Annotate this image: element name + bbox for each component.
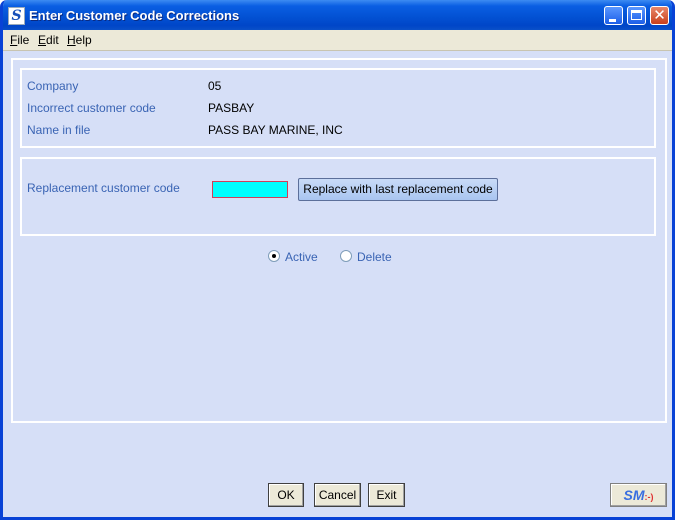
smiley-icon: :-) xyxy=(644,492,654,502)
close-button[interactable]: ✕ xyxy=(650,6,669,25)
close-icon: ✕ xyxy=(653,6,666,24)
company-value: 05 xyxy=(208,79,222,93)
replace-with-last-button[interactable]: Replace with last replacement code xyxy=(298,178,498,201)
replacement-code-input[interactable] xyxy=(212,181,288,198)
name-in-file-value: PASS BAY MARINE, INC xyxy=(208,123,343,137)
incorrect-code-value: PASBAY xyxy=(208,101,255,115)
window-title: Enter Customer Code Corrections xyxy=(29,8,240,23)
ok-button[interactable]: OK xyxy=(268,483,304,507)
minimize-button[interactable] xyxy=(604,6,623,25)
maximize-icon xyxy=(631,10,642,20)
menu-help-label: elp xyxy=(75,33,92,47)
sm-logo-button[interactable]: SM:-) xyxy=(610,483,667,507)
menu-edit-label: dit xyxy=(46,33,59,47)
minimize-icon xyxy=(609,19,616,22)
menu-help-mnemonic: H xyxy=(67,33,76,47)
replacement-code-label: Replacement customer code xyxy=(27,181,180,195)
sm-logo-text: SM xyxy=(623,487,645,503)
active-radio[interactable] xyxy=(268,250,280,262)
menu-edit[interactable]: Edit xyxy=(38,33,59,47)
company-label: Company xyxy=(27,79,79,93)
menu-file[interactable]: File xyxy=(10,33,29,47)
main-window: S Enter Customer Code Corrections ✕ File… xyxy=(0,0,675,520)
exit-button[interactable]: Exit xyxy=(368,483,405,507)
maximize-button[interactable] xyxy=(627,6,646,25)
menu-file-label: ile xyxy=(17,33,30,47)
title-bar[interactable]: S Enter Customer Code Corrections ✕ xyxy=(3,0,672,30)
active-radio-label[interactable]: Active xyxy=(285,250,318,264)
radio-selected-dot xyxy=(272,254,276,258)
app-icon[interactable]: S xyxy=(8,7,25,25)
menu-edit-mnemonic: E xyxy=(38,33,47,47)
incorrect-code-label: Incorrect customer code xyxy=(27,101,156,115)
delete-radio-label[interactable]: Delete xyxy=(357,250,392,264)
delete-radio[interactable] xyxy=(340,250,352,262)
name-in-file-label: Name in file xyxy=(27,123,91,137)
menu-bar: File Edit Help xyxy=(3,30,672,51)
cancel-button[interactable]: Cancel xyxy=(314,483,361,507)
menu-help[interactable]: Help xyxy=(67,33,92,47)
